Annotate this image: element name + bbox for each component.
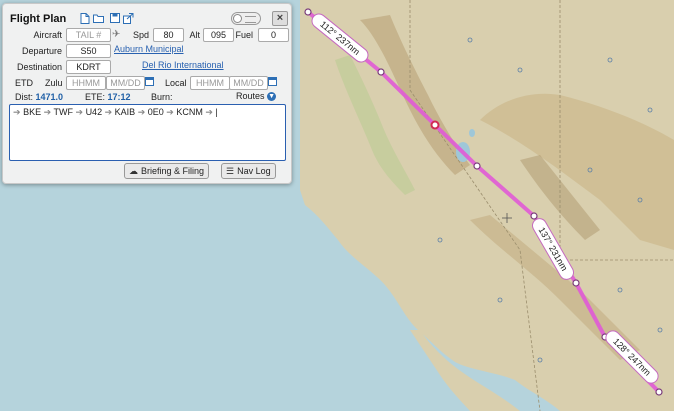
altitude-input[interactable]: 095 bbox=[203, 28, 234, 42]
briefing-filing-button[interactable]: ☁ Briefing & Filing bbox=[124, 163, 210, 179]
routes-menu[interactable]: Routes ▼ bbox=[236, 91, 277, 102]
local-time-input[interactable]: HHMM bbox=[190, 76, 230, 90]
route-input[interactable]: ➔ BKE ➔ TWF ➔ U42 ➔ KAIB ➔ 0E0 ➔ KCNM ➔ … bbox=[9, 104, 286, 161]
departure-airport-link[interactable]: Auburn Municipal bbox=[114, 44, 184, 54]
zulu-calendar-icon[interactable] bbox=[145, 76, 154, 89]
close-icon: × bbox=[276, 12, 284, 24]
fuel-input[interactable]: 0 bbox=[258, 28, 289, 42]
destination-input[interactable]: KDRT bbox=[66, 60, 111, 74]
aircraft-label: Aircraft bbox=[33, 30, 62, 40]
aircraft-tail-input[interactable]: TAIL # bbox=[66, 28, 111, 42]
current-position-marker bbox=[430, 120, 440, 130]
ete-value: 17:12 bbox=[107, 92, 131, 102]
route-arrow-icon: ➔ bbox=[166, 107, 174, 117]
destination-airport-link[interactable]: Del Rio International bbox=[142, 60, 224, 70]
open-folder-icon[interactable] bbox=[93, 13, 104, 24]
new-document-icon[interactable] bbox=[79, 13, 90, 24]
plane-icon: ✈ bbox=[112, 29, 121, 40]
nav-log-label: Nav Log bbox=[237, 166, 271, 176]
routes-label: Routes bbox=[236, 91, 265, 101]
departure-label: Departure bbox=[21, 46, 62, 56]
route-waypoint[interactable]: U42 bbox=[86, 107, 103, 117]
local-label: Local bbox=[165, 78, 187, 88]
zulu-date-input[interactable]: MM/DD bbox=[106, 76, 145, 90]
route-waypoint[interactable]: 0E0 bbox=[148, 107, 164, 117]
briefing-icon: ☁ bbox=[129, 166, 138, 176]
distance-label: Dist: bbox=[15, 92, 33, 102]
zulu-time-input[interactable]: HHMM bbox=[66, 76, 106, 90]
altitude-label: Alt bbox=[189, 30, 200, 40]
departure-input[interactable]: S50 bbox=[66, 44, 111, 58]
route-arrow-icon: ➔ bbox=[13, 107, 21, 117]
etd-label: ETD bbox=[15, 78, 33, 88]
display-toggle[interactable] bbox=[231, 12, 261, 25]
route-waypoint[interactable]: KAIB bbox=[115, 107, 136, 117]
briefing-label: Briefing & Filing bbox=[141, 166, 205, 176]
route-arrow-icon: ➔ bbox=[75, 107, 84, 117]
route-text: ➔ BKE ➔ TWF ➔ U42 ➔ KAIB ➔ 0E0 ➔ KCNM ➔ … bbox=[13, 107, 218, 118]
distance-summary: Dist: 1471.0 bbox=[15, 92, 63, 102]
share-icon[interactable] bbox=[123, 13, 134, 24]
lake-small bbox=[469, 129, 475, 137]
text-cursor: | bbox=[215, 107, 218, 117]
list-icon: ☰ bbox=[226, 166, 235, 176]
burn-label: Burn: bbox=[151, 92, 173, 102]
route-arrow-icon: ➔ bbox=[43, 107, 52, 117]
close-button[interactable]: × bbox=[272, 11, 288, 26]
route-arrow-icon: ➔ bbox=[137, 107, 146, 117]
route-arrow-icon: ➔ bbox=[104, 107, 113, 117]
save-icon[interactable] bbox=[109, 13, 120, 24]
route-arrow-icon: ➔ bbox=[205, 107, 213, 117]
routes-download-icon: ▼ bbox=[267, 92, 277, 102]
speed-label: Spd bbox=[132, 30, 149, 40]
zulu-label: Zulu bbox=[45, 78, 63, 88]
nav-log-button[interactable]: ☰ Nav Log bbox=[221, 163, 276, 179]
ete-summary: ETE: 17:12 bbox=[85, 92, 131, 102]
route-waypoint[interactable]: BKE bbox=[23, 107, 41, 117]
distance-value: 1471.0 bbox=[35, 92, 64, 102]
local-calendar-icon[interactable] bbox=[268, 76, 277, 89]
flight-plan-panel: Flight Plan × Aircraft TAIL # ✈ Spd 80 A… bbox=[2, 3, 292, 184]
ete-label: ETE: bbox=[85, 92, 106, 102]
destination-label: Destination bbox=[16, 62, 62, 72]
route-waypoint[interactable]: KCNM bbox=[176, 107, 203, 117]
route-waypoint[interactable]: TWF bbox=[53, 107, 73, 117]
fuel-label: Fuel bbox=[235, 30, 253, 40]
local-date-input[interactable]: MM/DD bbox=[229, 76, 268, 90]
panel-title: Flight Plan bbox=[10, 13, 67, 25]
speed-input[interactable]: 80 bbox=[153, 28, 184, 42]
